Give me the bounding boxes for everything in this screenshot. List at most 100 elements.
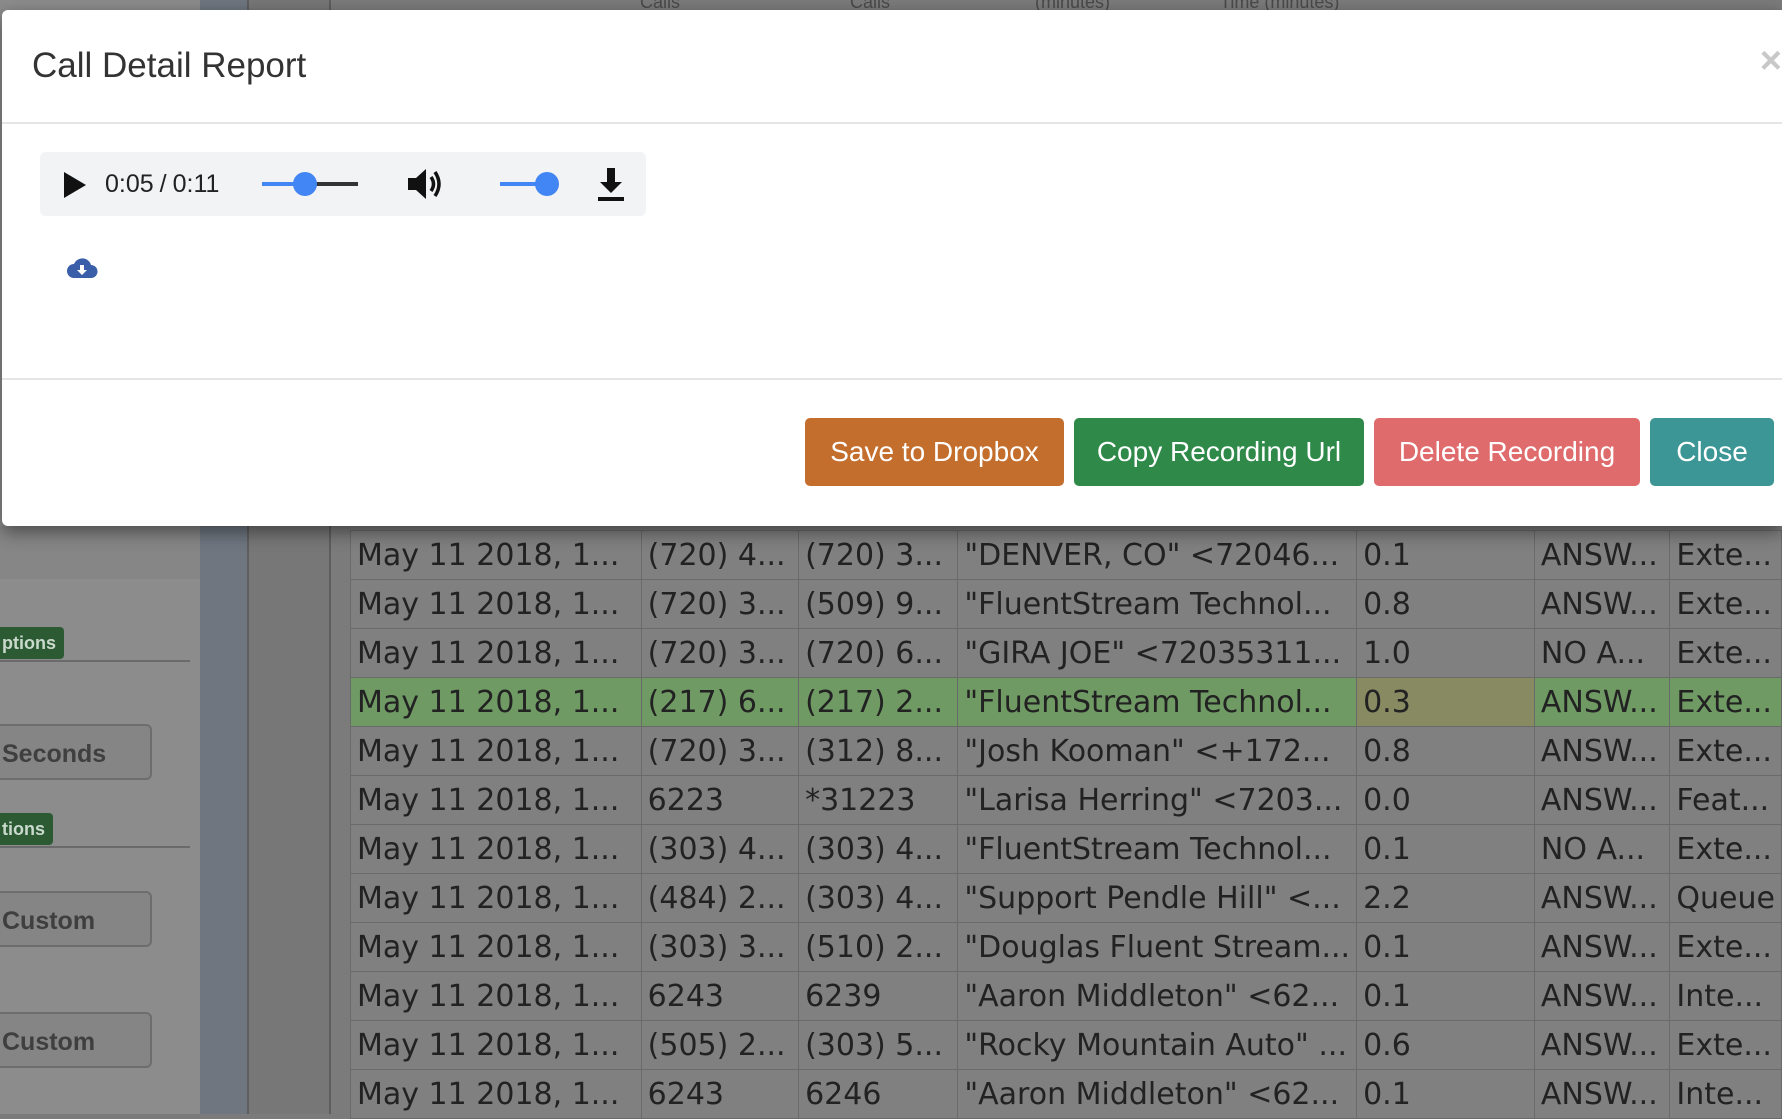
table-cell-status: ANSW... bbox=[1533, 677, 1671, 727]
table-cell-date: May 11 2018, 1... bbox=[350, 922, 642, 972]
save-to-dropbox-button[interactable]: Save to Dropbox bbox=[805, 418, 1064, 486]
table-cell-date: May 11 2018, 1... bbox=[350, 775, 642, 825]
table-cell-date: May 11 2018, 1... bbox=[350, 726, 642, 776]
table-cell-min: 0.1 bbox=[1356, 971, 1535, 1021]
options-badge: ptions bbox=[0, 627, 64, 659]
table-cell-type: Exte... bbox=[1669, 824, 1782, 874]
table-cell-caller: "Aaron Middleton" <62... bbox=[957, 1069, 1358, 1119]
table-row[interactable]: May 11 2018, 1... (505) 2... (303) 5... "Ro… bbox=[350, 1020, 1782, 1070]
table-cell-status: ANSW... bbox=[1533, 922, 1671, 972]
table-cell-from: (505) 2... bbox=[640, 1020, 800, 1070]
table-cell-from: 6243 bbox=[640, 1069, 800, 1119]
close-icon[interactable]: × bbox=[1760, 40, 1782, 83]
table-row[interactable]: May 11 2018, 1... (484) 2... (303) 4... "Su… bbox=[350, 873, 1782, 923]
audio-player: 0:05/0:11 bbox=[40, 152, 646, 216]
table-cell-caller: "FluentStream Technol... bbox=[957, 579, 1358, 629]
table-cell-type: Queue bbox=[1669, 873, 1782, 923]
table-cell-from: (720) 3... bbox=[640, 726, 800, 776]
table-cell-date: May 11 2018, 1... bbox=[350, 873, 642, 923]
table-cell-caller: "FluentStream Technol... bbox=[957, 824, 1358, 874]
background-panel bbox=[0, 526, 200, 579]
play-icon[interactable] bbox=[64, 172, 86, 198]
table-cell-min: 0.1 bbox=[1356, 824, 1535, 874]
seek-slider[interactable] bbox=[262, 172, 358, 196]
table-cell-status: ANSW... bbox=[1533, 579, 1671, 629]
table-cell-status: ANSW... bbox=[1533, 971, 1671, 1021]
table-cell-date: May 11 2018, 1... bbox=[350, 677, 642, 727]
table-cell-caller: "DENVER, CO" <72046... bbox=[957, 530, 1358, 580]
table-cell-from: (217) 6... bbox=[640, 677, 800, 727]
table-cell-caller: "Josh Kooman" <+172... bbox=[957, 726, 1358, 776]
table-cell-date: May 11 2018, 1... bbox=[350, 971, 642, 1021]
delete-recording-button[interactable]: Delete Recording bbox=[1374, 418, 1640, 486]
modal-title: Call Detail Report bbox=[32, 46, 307, 85]
custom-button-2[interactable]: Custom bbox=[0, 1012, 152, 1068]
table-cell-type: Feat... bbox=[1669, 775, 1782, 825]
table-cell-type: Exte... bbox=[1669, 628, 1782, 678]
table-row[interactable]: May 11 2018, 1... 6223 *31223 "Larisa Herri… bbox=[350, 775, 1782, 825]
custom-button[interactable]: Custom bbox=[0, 891, 152, 947]
table-cell-from: (303) 3... bbox=[640, 922, 800, 972]
table-row[interactable]: May 11 2018, 1... (720) 3... (720) 6... "GI… bbox=[350, 628, 1782, 678]
table-cell-status: ANSW... bbox=[1533, 1069, 1671, 1119]
table-cell-caller: "Aaron Middleton" <62... bbox=[957, 971, 1358, 1021]
table-cell-caller: "Rocky Mountain Auto" ... bbox=[957, 1020, 1358, 1070]
table-cell-to: (303) 4... bbox=[798, 873, 959, 923]
table-row[interactable]: May 11 2018, 1... (720) 3... (509) 9... "Fl… bbox=[350, 579, 1782, 629]
table-cell-status: NO A... bbox=[1533, 824, 1671, 874]
table-cell-date: May 11 2018, 1... bbox=[350, 1069, 642, 1119]
divider bbox=[0, 846, 190, 848]
table-cell-date: May 11 2018, 1... bbox=[350, 579, 642, 629]
table-cell-min: 0.3 bbox=[1356, 677, 1535, 727]
table-row[interactable]: May 11 2018, 1... (217) 6... (217) 2... "Fl… bbox=[350, 677, 1782, 727]
table-row[interactable]: May 11 2018, 1... 6243 6246 "Aaron Middleto… bbox=[350, 1069, 1782, 1119]
table-row[interactable]: May 11 2018, 1... (720) 4... (720) 3... "DE… bbox=[350, 530, 1782, 580]
table-cell-min: 0.6 bbox=[1356, 1020, 1535, 1070]
table-row[interactable]: May 11 2018, 1... 6243 6239 "Aaron Middleto… bbox=[350, 971, 1782, 1021]
table-cell-from: 6223 bbox=[640, 775, 800, 825]
volume-slider[interactable] bbox=[500, 172, 559, 196]
table-cell-to: (303) 4... bbox=[798, 824, 959, 874]
table-row[interactable]: May 11 2018, 1... (303) 4... (303) 4... "Fl… bbox=[350, 824, 1782, 874]
table-cell-status: ANSW... bbox=[1533, 873, 1671, 923]
table-cell-to: (720) 6... bbox=[798, 628, 959, 678]
close-button[interactable]: Close bbox=[1650, 418, 1774, 486]
table-cell-to: (509) 9... bbox=[798, 579, 959, 629]
seek-handle[interactable] bbox=[293, 172, 318, 196]
table-cell-from: (303) 4... bbox=[640, 824, 800, 874]
table-cell-min: 0.1 bbox=[1356, 922, 1535, 972]
table-cell-caller: "Larisa Herring" <7203... bbox=[957, 775, 1358, 825]
table-cell-from: (720) 3... bbox=[640, 579, 800, 629]
table-cell-type: Inte... bbox=[1669, 971, 1782, 1021]
table-cell-caller: "FluentStream Technol... bbox=[957, 677, 1358, 727]
divider bbox=[0, 660, 190, 662]
table-cell-type: Exte... bbox=[1669, 1020, 1782, 1070]
time-display: 0:05/0:11 bbox=[105, 170, 220, 198]
table-cell-min: 0.1 bbox=[1356, 1069, 1535, 1119]
seconds-button[interactable]: Seconds bbox=[0, 724, 152, 780]
table-cell-from: (720) 4... bbox=[640, 530, 800, 580]
table-cell-to: (312) 8... bbox=[798, 726, 959, 776]
table-cell-type: Exte... bbox=[1669, 579, 1782, 629]
table-cell-date: May 11 2018, 1... bbox=[350, 628, 642, 678]
table-cell-status: NO A... bbox=[1533, 628, 1671, 678]
table-row[interactable]: May 11 2018, 1... (303) 3... (510) 2... "Do… bbox=[350, 922, 1782, 972]
table-cell-type: Exte... bbox=[1669, 530, 1782, 580]
options-badge-2: tions bbox=[0, 813, 53, 845]
table-cell-min: 2.2 bbox=[1356, 873, 1535, 923]
table-cell-to: 6246 bbox=[798, 1069, 959, 1119]
table-cell-min: 0.8 bbox=[1356, 579, 1535, 629]
table-cell-to: 6239 bbox=[798, 971, 959, 1021]
table-cell-min: 0.1 bbox=[1356, 530, 1535, 580]
table-cell-date: May 11 2018, 1... bbox=[350, 530, 642, 580]
table-cell-caller: "Support Pendle Hill" <... bbox=[957, 873, 1358, 923]
volume-icon[interactable] bbox=[406, 166, 446, 207]
table-cell-to: *31223 bbox=[798, 775, 959, 825]
volume-handle[interactable] bbox=[535, 172, 559, 196]
copy-recording-url-button[interactable]: Copy Recording Url bbox=[1074, 418, 1364, 486]
download-icon[interactable] bbox=[595, 166, 627, 207]
table-row[interactable]: May 11 2018, 1... (720) 3... (312) 8... "Jo… bbox=[350, 726, 1782, 776]
cloud-download-icon[interactable] bbox=[66, 256, 98, 287]
table-cell-from: 6243 bbox=[640, 971, 800, 1021]
table-cell-type: Exte... bbox=[1669, 726, 1782, 776]
